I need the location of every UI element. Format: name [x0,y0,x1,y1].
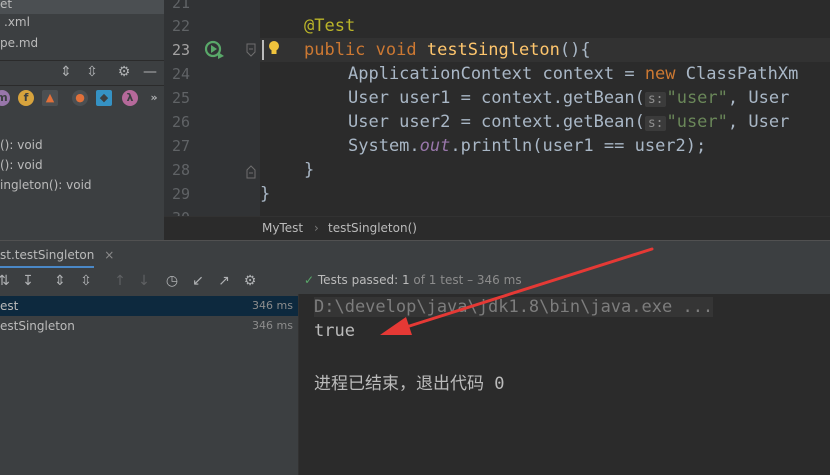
lambda-filter-icon[interactable]: λ [122,90,138,106]
text-caret [262,40,264,60]
tree-row-label: est [0,299,19,313]
collapse-all-icon[interactable]: ⇳ [76,271,96,291]
project-file-row[interactable]: .xml [4,12,30,32]
gear-icon[interactable]: ⚙ [240,271,260,291]
project-panel: et .xml pe.md ⇕ ⇳ ⚙ — m f ▲ ● ◆ λ » (): … [0,0,164,240]
code-line-28: } [304,160,314,180]
line-number: 28 [171,161,190,179]
annotation-token: @Test [304,16,356,36]
project-file-label: .xml [4,15,30,29]
code-token: } [304,160,315,180]
code-line-24: ApplicationContext context = new ClassPa… [348,64,798,84]
fold-method-icon[interactable] [245,42,257,58]
code-line-26: User user2 = context.getBean(s: "user", U… [348,112,789,132]
minimize-icon[interactable]: — [140,62,160,82]
member-label: (): void [0,158,43,172]
string-token: "user" [666,112,728,132]
previous-test-icon[interactable]: ↑ [110,271,130,291]
tree-row-time: 346 ms [252,299,293,312]
tree-row-label: estSingleton [0,319,75,333]
method-filter-icon[interactable]: m [0,90,10,106]
code-line-27: System.out.println(user1 == user2); [348,136,706,156]
member-label: ingleton(): void [0,178,92,192]
code-token: User user2 = context.getBean( [348,112,645,132]
code-token: } [260,184,271,204]
breadcrumb: MyTest › testSingleton() [164,216,830,241]
line-number: 27 [171,137,190,155]
inherited-filter-icon[interactable]: ● [72,90,88,106]
code-line-25: User user1 = context.getBean(s: "user", U… [348,88,789,108]
project-file-label: et [0,0,13,11]
line-number: 25 [171,89,190,107]
code-token: ApplicationContext context = [348,64,645,84]
field-token: out [419,136,451,156]
structure-toolbar: ⇕ ⇳ ⚙ — [0,60,164,86]
anonymous-filter-icon[interactable]: ◆ [96,90,112,106]
export-icon[interactable]: ↗ [214,271,234,291]
code-token: , User [727,112,790,132]
sort-duration-icon[interactable]: ↧ [18,271,38,291]
line-number: 23 [171,41,190,59]
tree-row[interactable]: est 346 ms [0,296,298,316]
more-icon[interactable]: » [146,90,162,106]
breadcrumb-class[interactable]: MyTest [262,221,303,235]
code-line-23: public void testSingleton(){ [304,40,591,60]
expand-all-icon[interactable]: ⇕ [50,271,70,291]
tree-row-time: 346 ms [252,319,293,332]
next-test-icon[interactable]: ↓ [134,271,154,291]
code-token: User user1 = context.getBean( [348,88,645,108]
structure-member[interactable]: (): void [0,135,43,155]
code-token: , User [727,88,790,108]
code-line-22: @Test [304,16,355,36]
console-output-line: true [314,321,355,341]
structure-filter-row: m f ▲ ● ◆ λ » [0,86,164,112]
code-line-29: } [260,184,270,204]
expand-all-icon[interactable]: ⇕ [56,62,76,82]
lightbulb-icon[interactable] [267,40,281,58]
field-filter-icon[interactable]: f [18,90,34,106]
line-number: 29 [171,185,190,203]
line-number: 22 [171,17,190,35]
tree-row[interactable]: estSingleton 346 ms [0,316,298,336]
code-token: System. [348,136,420,156]
project-file-row[interactable]: pe.md [0,33,38,53]
string-token: "user" [666,88,728,108]
project-file-label: pe.md [0,36,39,50]
gear-icon[interactable]: ⚙ [114,62,134,82]
test-results-tree: est 346 ms estSingleton 346 ms [0,294,298,475]
breadcrumb-method[interactable]: testSingleton() [328,221,417,235]
run-test-icon[interactable] [204,40,226,60]
breadcrumb-separator: › [314,221,319,235]
line-number: 26 [171,113,190,131]
code-token: (){ [559,40,591,60]
annotation-arrow [380,247,654,335]
run-tab-label: st.testSingleton [0,248,95,262]
collapse-all-icon[interactable]: ⇳ [82,62,102,82]
line-number: 21 [171,0,190,12]
structure-member[interactable]: (): void [0,155,43,175]
run-tab[interactable]: st.testSingleton × [0,244,120,266]
close-icon[interactable]: × [104,248,114,262]
code-token: ClassPathXm [685,64,799,84]
keyword-token: public [304,40,376,60]
parameter-hint: s: [644,92,667,107]
line-number: 30 [164,209,190,216]
import-icon[interactable]: ↙ [188,271,208,291]
code-token: .println(user1 == user2); [450,136,707,156]
structure-member[interactable]: ingleton(): void [0,175,92,195]
parameter-hint: s: [644,116,667,131]
method-name-token: testSingleton [426,40,560,60]
lock-filter-icon[interactable]: ▲ [42,90,58,106]
history-icon[interactable]: ◷ [162,271,182,291]
keyword-token: new [644,64,686,84]
sort-alpha-icon[interactable]: ⇅ [0,271,14,291]
line-number: 24 [171,65,190,83]
keyword-token: void [375,40,427,60]
member-label: (): void [0,138,43,152]
check-icon: ✓ [304,273,315,287]
fold-end-icon[interactable] [245,164,257,180]
console-exit-line: 进程已结束，退出代码 0 [314,374,505,394]
